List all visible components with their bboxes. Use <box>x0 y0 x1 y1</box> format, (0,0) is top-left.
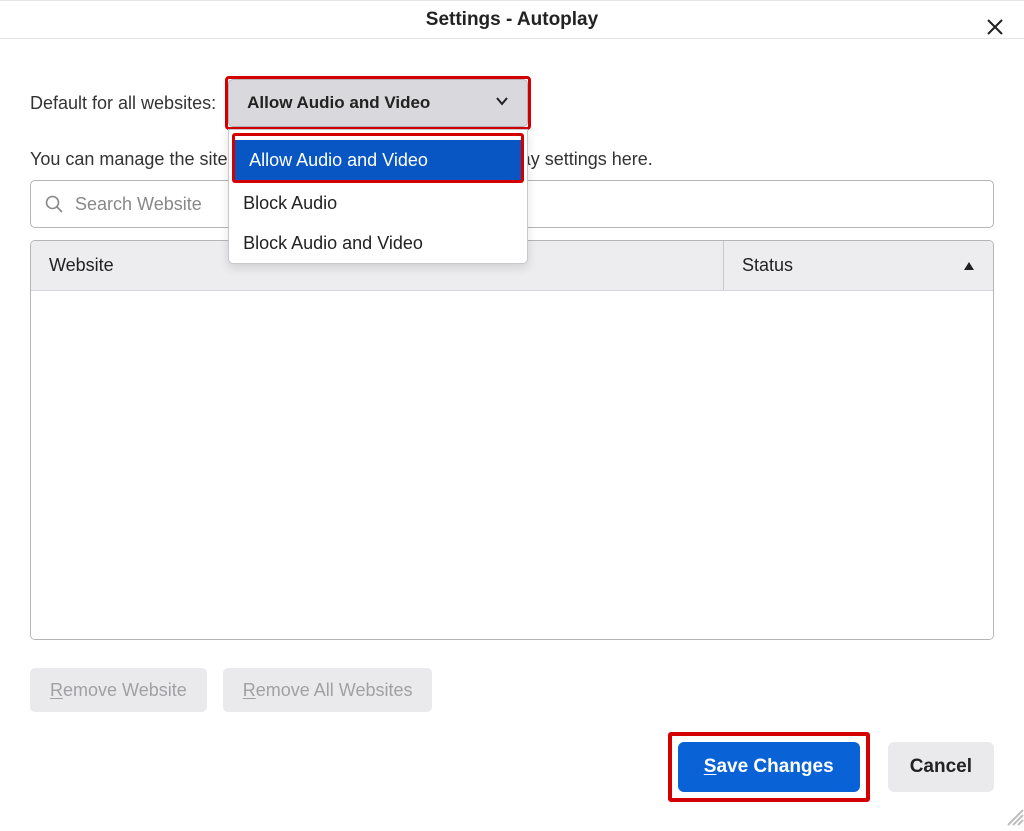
dropdown-option-allow-audio-video[interactable]: Allow Audio and Video <box>235 140 521 180</box>
default-autoplay-dropdown[interactable]: Allow Audio and Video Block Audio Block … <box>228 129 528 264</box>
default-label: Default for all websites: <box>30 93 216 114</box>
column-header-status-label: Status <box>742 255 793 276</box>
dropdown-option-label: Block Audio and Video <box>243 233 423 254</box>
close-icon <box>986 18 1004 41</box>
dropdown-option-label: Block Audio <box>243 193 337 214</box>
remove-buttons-row: Remove Website Remove All Websites <box>30 668 994 712</box>
website-table: Website Status <box>30 240 994 640</box>
dropdown-option-label: Allow Audio and Video <box>249 150 428 171</box>
default-row: Default for all websites: Allow Audio an… <box>30 79 994 127</box>
table-body-empty <box>31 291 993 639</box>
dialog-titlebar: Settings - Autoplay <box>0 1 1024 39</box>
remove-all-websites-button[interactable]: Remove All Websites <box>223 668 433 712</box>
search-icon <box>44 194 64 214</box>
column-header-website-label: Website <box>49 255 114 276</box>
save-button-wrap: Save Changes <box>668 732 870 802</box>
dialog-footer: Save Changes Cancel <box>0 732 1024 826</box>
sort-ascending-icon <box>963 255 975 276</box>
annotation-highlight-selected-option: Allow Audio and Video <box>232 133 524 183</box>
dropdown-option-block-audio-video[interactable]: Block Audio and Video <box>229 223 527 263</box>
remove-website-button[interactable]: Remove Website <box>30 668 207 712</box>
dropdown-option-block-audio[interactable]: Block Audio <box>229 183 527 223</box>
dialog-content: Default for all websites: Allow Audio an… <box>0 39 1024 732</box>
column-header-status[interactable]: Status <box>723 241 993 290</box>
autoplay-settings-dialog: Settings - Autoplay Default for all webs… <box>0 0 1024 826</box>
select-value-text: Allow Audio and Video <box>247 93 430 113</box>
cancel-button[interactable]: Cancel <box>888 742 994 792</box>
chevron-down-icon <box>495 93 509 113</box>
resize-grip-icon[interactable] <box>1002 804 1024 826</box>
save-changes-button[interactable]: Save Changes <box>678 742 860 792</box>
default-autoplay-select[interactable]: Allow Audio and Video <box>228 79 528 127</box>
dialog-title: Settings - Autoplay <box>426 9 598 31</box>
